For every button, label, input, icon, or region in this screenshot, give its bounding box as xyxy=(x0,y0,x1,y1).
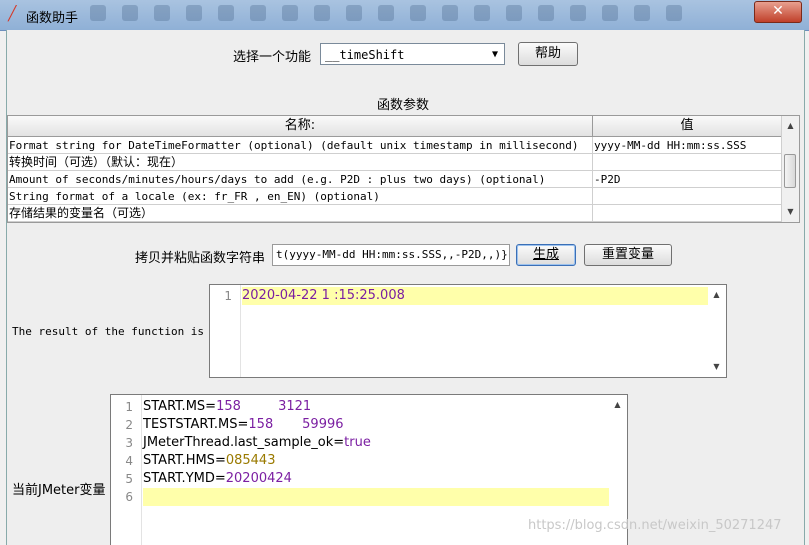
variable-key: START.YMD= xyxy=(143,471,226,486)
feather-icon: ╱ xyxy=(8,6,17,22)
result-scrollbar[interactable]: ▲ ▼ xyxy=(708,285,726,377)
help-button[interactable]: 帮助 xyxy=(518,42,578,66)
result-line: 2020-04-22 1 :15:25.008 xyxy=(242,287,708,305)
table-row[interactable]: 转换时间（可选）（默认：现在） xyxy=(8,154,781,171)
variable-line: JMeterThread.last_sample_ok=true xyxy=(143,434,609,452)
table-row[interactable]: Amount of seconds/minutes/hours/days to … xyxy=(8,171,781,188)
param-value-cell[interactable]: yyyy-MM-dd HH:mm:ss.SSS xyxy=(593,137,781,154)
scroll-down-icon[interactable]: ▼ xyxy=(708,359,725,375)
watermark: https://blog.csdn.net/weixin_50271247 xyxy=(528,518,782,533)
param-value-cell[interactable]: -P2D xyxy=(593,171,781,188)
result-label: The result of the function is xyxy=(12,325,205,338)
jmeter-variables-label: 当前JMeter变量 xyxy=(12,479,106,498)
variable-line-current xyxy=(143,488,609,506)
column-header-value[interactable]: 值 xyxy=(593,116,781,136)
variable-value: 158 3121 xyxy=(216,399,312,414)
scroll-down-icon[interactable]: ▼ xyxy=(782,204,799,220)
table-row[interactable]: Format string for DateTimeFormatter (opt… xyxy=(8,137,781,154)
line-number: 5 xyxy=(125,472,133,486)
table-row[interactable]: 存储结果的变量名（可选） xyxy=(8,205,781,222)
scroll-up-icon[interactable]: ▲ xyxy=(782,118,799,134)
param-name-cell: String format of a locale (ex: fr_FR , e… xyxy=(8,188,593,205)
line-number: 1 xyxy=(224,289,232,303)
param-name-cell: 存储结果的变量名（可选） xyxy=(8,205,593,222)
function-string-label: 拷贝并粘贴函数字符串 xyxy=(135,251,266,266)
variable-key: START.HMS= xyxy=(143,453,226,468)
variable-value: 085443 xyxy=(225,453,276,468)
function-select-label: 选择一个功能 xyxy=(233,50,312,65)
variable-value: true xyxy=(344,435,371,450)
function-select[interactable]: __timeShift ▼ xyxy=(320,43,505,65)
params-section-title: 函数参数 xyxy=(377,98,430,113)
params-scrollbar[interactable]: ▲ ▼ xyxy=(781,116,799,222)
jmeter-variables-label-text: 当前JMeter变量 xyxy=(12,483,106,498)
variable-line: TESTSTART.MS=158 59996 xyxy=(143,416,609,434)
function-string-field[interactable]: t(yyyy-MM-dd HH:mm:ss.SSS,,-P2D,,)} xyxy=(272,244,510,266)
variable-line: START.HMS=085443 xyxy=(143,452,609,470)
generate-button[interactable]: 生成 xyxy=(516,244,576,266)
param-name-cell: Amount of seconds/minutes/hours/days to … xyxy=(8,171,593,188)
function-select-value: __timeShift xyxy=(325,48,405,62)
param-value-cell[interactable] xyxy=(593,154,781,171)
param-name-cell: 转换时间（可选）（默认：现在） xyxy=(8,154,593,171)
params-table-header: 名称: 值 xyxy=(8,116,781,137)
scroll-thumb[interactable] xyxy=(784,154,796,188)
line-number: 6 xyxy=(125,490,133,504)
param-value-cell[interactable] xyxy=(593,188,781,205)
reset-variables-button[interactable]: 重置变量 xyxy=(584,244,672,266)
param-value-cell[interactable] xyxy=(593,205,781,222)
result-text-area[interactable]: 1 2020-04-22 1 :15:25.008 ▲ ▼ xyxy=(209,284,727,378)
line-number: 4 xyxy=(125,454,133,468)
table-row[interactable]: String format of a locale (ex: fr_FR , e… xyxy=(8,188,781,205)
chevron-down-icon: ▼ xyxy=(491,49,498,60)
window-title: 函数助手 xyxy=(26,11,79,26)
title-bar: ╱ 函数助手 ✕ xyxy=(0,0,809,31)
variable-key: TESTSTART.MS= xyxy=(143,417,249,432)
generate-button-label: 生成 xyxy=(532,247,559,262)
line-number: 3 xyxy=(125,436,133,450)
variable-value: 158 59996 xyxy=(248,417,344,432)
line-number: 2 xyxy=(125,418,133,432)
background-toolbar-icons xyxy=(90,5,730,25)
variable-value: 20200424 xyxy=(225,471,292,486)
line-number: 1 xyxy=(125,400,133,414)
column-header-name[interactable]: 名称: xyxy=(8,116,593,136)
close-button[interactable]: ✕ xyxy=(754,1,802,23)
scroll-up-icon[interactable]: ▲ xyxy=(609,397,626,413)
param-name-cell: Format string for DateTimeFormatter (opt… xyxy=(8,137,593,154)
params-table: 名称: 值 Format string for DateTimeFormatte… xyxy=(7,115,800,223)
variable-key: START.MS= xyxy=(143,399,217,414)
variable-line: START.YMD=20200424 xyxy=(143,470,609,488)
variable-key: JMeterThread.last_sample_ok= xyxy=(143,435,345,450)
scroll-up-icon[interactable]: ▲ xyxy=(708,287,725,303)
variable-line: START.MS=158 3121 xyxy=(143,398,609,416)
